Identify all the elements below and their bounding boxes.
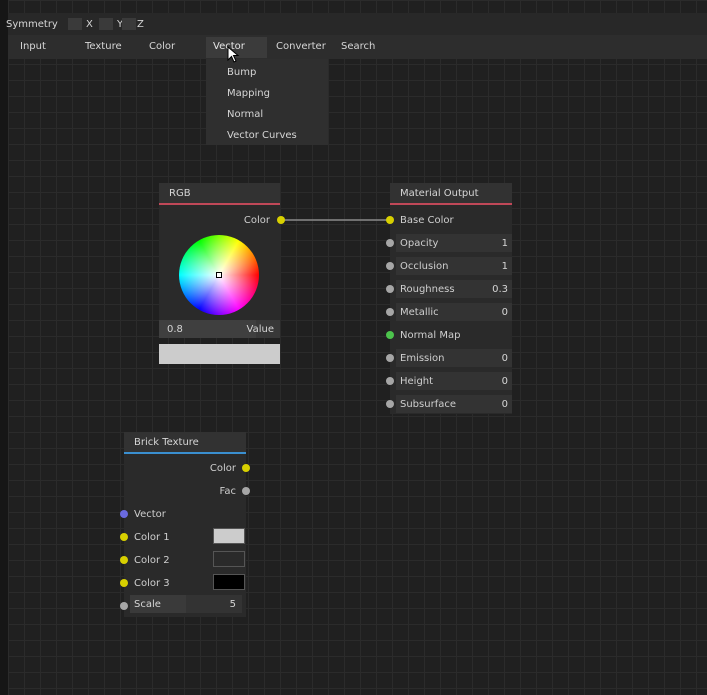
material-input-socket[interactable]: [386, 308, 394, 316]
material-input-socket[interactable]: [386, 262, 394, 270]
color-wheel-picker[interactable]: [216, 272, 222, 278]
material-input-socket[interactable]: [386, 377, 394, 385]
brick-scale-socket[interactable]: [120, 602, 128, 610]
material-input-socket[interactable]: [386, 400, 394, 408]
rgb-node-title: RGB: [169, 188, 191, 199]
rgb-node-header[interactable]: RGB: [159, 183, 280, 203]
material-input-label: Emission: [400, 353, 445, 364]
material-input-socket[interactable]: [386, 331, 394, 339]
material-input-value: 0: [501, 307, 508, 318]
rgb-node[interactable]: RGB Color 0.8 Value: [159, 183, 285, 338]
brick-output-fac-label: Fac: [219, 486, 236, 497]
value-number: 0.8: [167, 324, 183, 335]
material-input-row[interactable]: Height 0: [386, 372, 512, 390]
material-input-row[interactable]: Normal Map: [386, 326, 512, 344]
material-input-row[interactable]: Base Color: [386, 211, 512, 229]
brick-color3-label: Color 3: [134, 578, 170, 589]
brick-color3-swatch[interactable]: [213, 574, 245, 590]
material-input-row[interactable]: Roughness 0.3: [386, 280, 512, 298]
material-output-node[interactable]: Material Output Base Color Opacity 1 Occlus…: [386, 183, 512, 414]
material-input-value: 0: [501, 353, 508, 364]
material-input-value: 1: [501, 238, 508, 249]
rgb-node-accent: [159, 203, 280, 205]
value-slider[interactable]: 0.8 Value: [159, 320, 280, 338]
brick-vector-socket[interactable]: [120, 510, 128, 518]
brick-scale-field[interactable]: Scale 5: [130, 595, 242, 613]
brick-color2-label: Color 2: [134, 555, 170, 566]
color-wheel[interactable]: [179, 235, 259, 315]
brick-color3-socket[interactable]: [120, 579, 128, 587]
material-input-value: 0: [501, 399, 508, 410]
material-input-row[interactable]: Opacity 1: [386, 234, 512, 252]
brick-output-color-label: Color: [209, 463, 236, 474]
brick-color1-label: Color 1: [134, 532, 170, 543]
connection-wire: [283, 219, 388, 221]
material-input-socket[interactable]: [386, 285, 394, 293]
brick-color2-swatch[interactable]: [213, 551, 245, 567]
material-input-label: Opacity: [400, 238, 439, 249]
rgb-output-label: Color: [243, 215, 270, 226]
material-input-label: Base Color: [400, 215, 454, 226]
brick-color1-socket[interactable]: [120, 533, 128, 541]
material-input-label: Roughness: [400, 284, 455, 295]
brick-node-title: Brick Texture: [134, 437, 199, 448]
material-input-label: Normal Map: [400, 330, 461, 341]
material-input-label: Metallic: [400, 307, 439, 318]
brick-scale-value: 5: [229, 599, 236, 610]
material-node-title: Material Output: [400, 188, 479, 199]
material-input-socket[interactable]: [386, 239, 394, 247]
material-input-row[interactable]: Emission 0: [386, 349, 512, 367]
brick-color2-socket[interactable]: [120, 556, 128, 564]
brick-scale-label: Scale: [134, 599, 161, 610]
material-input-row[interactable]: Metallic 0: [386, 303, 512, 321]
brick-output-fac-socket[interactable]: [242, 487, 250, 495]
value-label: Value: [246, 324, 274, 335]
rgb-output-socket[interactable]: [277, 216, 285, 224]
brick-output-color-socket[interactable]: [242, 464, 250, 472]
material-node-accent: [390, 203, 512, 205]
material-input-value: 0.3: [492, 284, 508, 295]
brick-node-accent: [124, 452, 246, 454]
brick-node-header[interactable]: Brick Texture: [124, 432, 246, 452]
material-input-socket[interactable]: [386, 354, 394, 362]
material-node-header[interactable]: Material Output: [390, 183, 512, 203]
material-input-value: 0: [501, 376, 508, 387]
material-input-value: 1: [501, 261, 508, 272]
brick-texture-node[interactable]: Brick Texture Color Fac Vector Color 1 C…: [120, 432, 250, 617]
material-input-label: Height: [400, 376, 434, 387]
material-input-socket[interactable]: [386, 216, 394, 224]
material-input-label: Subsurface: [400, 399, 456, 410]
material-input-label: Occlusion: [400, 261, 449, 272]
material-input-row[interactable]: Occlusion 1: [386, 257, 512, 275]
brick-color1-swatch[interactable]: [213, 528, 245, 544]
material-input-row[interactable]: Subsurface 0: [386, 395, 512, 413]
rgb-color-preview: [159, 344, 280, 364]
brick-vector-label: Vector: [134, 509, 166, 520]
